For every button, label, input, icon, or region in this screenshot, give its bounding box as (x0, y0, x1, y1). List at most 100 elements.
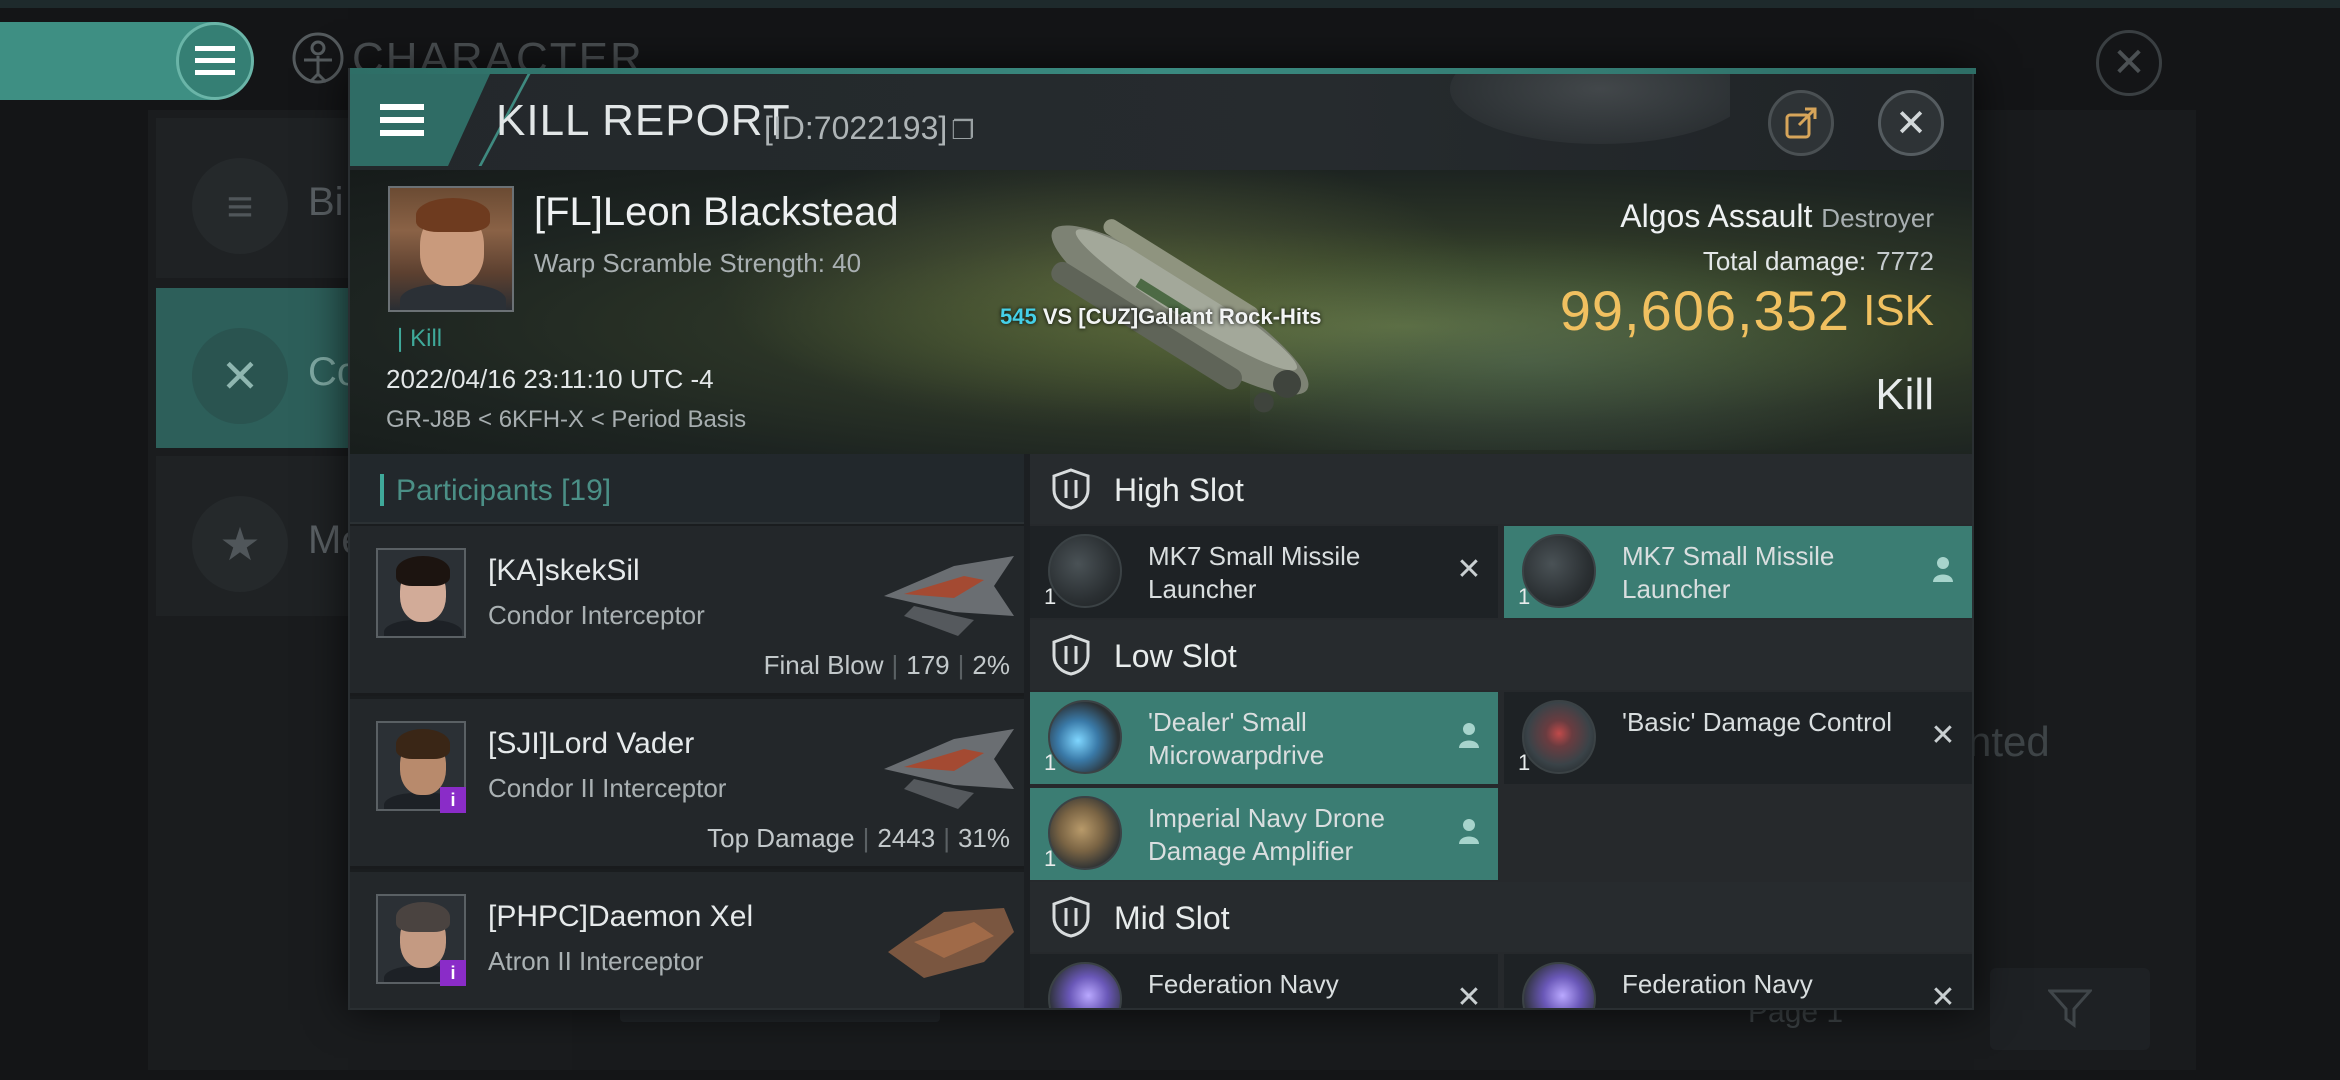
participant-role: Top Damage (707, 823, 855, 853)
participant-row[interactable]: i [PHPC]Daemon Xel Atron II Interceptor (350, 872, 1024, 1008)
person-icon (1454, 720, 1484, 750)
close-icon: ✕ (1895, 102, 1927, 145)
module-name: Federation Navy (1148, 969, 1339, 999)
share-button[interactable] (1768, 90, 1834, 156)
drone-damage-amplifier-icon (1048, 796, 1122, 870)
crossed-swords-icon: ✕ (192, 328, 288, 424)
header-planet-art (1430, 74, 1730, 170)
module-item[interactable]: 1 'Basic' Damage Control ✕ (1504, 692, 1972, 784)
victim-portrait[interactable] (388, 186, 514, 312)
participant-name: [PHPC]Daemon Xel (488, 900, 754, 933)
participant-damage: 179 (906, 650, 950, 680)
participant-row[interactable]: i [SJI]Lord Vader Condor II Interceptor … (350, 699, 1024, 869)
participant-ship: Condor II Interceptor (488, 773, 727, 803)
ship-name: Algos Assault Destroyer (1620, 198, 1934, 235)
dialog-title: KILL REPORT (496, 96, 791, 145)
isk-label: ISK (1863, 286, 1934, 335)
module-item[interactable]: 1 MK7 Small Missile Launcher ✕ (1030, 526, 1498, 618)
participants-header[interactable]: Participants [19] (350, 454, 1024, 524)
total-damage-value: 7772 (1876, 246, 1934, 276)
module-quantity: 1 (1044, 584, 1057, 609)
module-item[interactable]: 1 MK7 Small Missile Launcher (1504, 526, 1972, 618)
background-partial-text: nted (1968, 718, 2050, 765)
background-close-button[interactable]: ✕ (2096, 30, 2162, 96)
module-quantity: 1 (1044, 750, 1057, 775)
vs-label: 545 VS [CUZ]Gallant Rock-Hits (1000, 304, 1322, 330)
module-name: MK7 Small Missile Launcher (1148, 541, 1361, 604)
person-icon (1928, 554, 1958, 584)
participant-info-badge: i (440, 787, 466, 813)
close-button[interactable]: ✕ (1878, 90, 1944, 156)
kill-datetime: 2022/04/16 23:11:10 UTC -4 (386, 364, 714, 394)
participant-stats: Final Blow | 179 | 2% (763, 650, 1010, 680)
high-slot-header: High Slot (1030, 454, 1972, 524)
character-icon (292, 32, 344, 84)
shield-icon (1052, 634, 1090, 676)
module-name: Federation Navy (1622, 969, 1813, 999)
module-item[interactable]: Federation Navy ✕ (1030, 954, 1498, 1008)
accent-bar (380, 474, 384, 506)
kill-banner: [FL]Leon Blackstead Warp Scramble Streng… (350, 170, 1972, 454)
kill-id[interactable]: [ID:7022193] ❐ (764, 110, 975, 147)
main-menu-button[interactable] (176, 22, 254, 100)
ship-name-label: Algos Assault (1620, 198, 1813, 234)
damage-control-icon (1522, 700, 1596, 774)
module-item[interactable]: 1 'Dealer' Small Microwarpdrive (1030, 692, 1498, 784)
vs-hits: 545 (1000, 304, 1037, 329)
module-item[interactable]: 1 Imperial Navy Drone Damage Amplifier (1030, 788, 1498, 880)
participant-percent: 2% (972, 650, 1010, 680)
module-name: Imperial Navy Drone Damage Amplifier (1148, 803, 1385, 866)
participant-ship-image (884, 729, 1014, 809)
module-quantity: 1 (1044, 846, 1057, 871)
filter-icon (2048, 989, 2092, 1028)
participant-row[interactable]: [KA]skekSil Condor Interceptor Final Blo… (350, 526, 1024, 696)
participant-stats: Top Damage | 2443 | 31% (707, 823, 1010, 853)
total-damage: Total damage: 7772 (1703, 246, 1934, 277)
destroyed-icon: ✕ (1930, 980, 1956, 1009)
kill-tag-label: Kill (410, 325, 443, 352)
filter-button[interactable] (1990, 968, 2150, 1050)
destroyed-icon: ✕ (1456, 552, 1482, 586)
participant-damage: 2443 (877, 823, 936, 853)
federation-navy-module-icon (1522, 962, 1596, 1008)
low-slot-header: Low Slot (1030, 620, 1972, 690)
isk-value: 99,606,352 (1559, 279, 1850, 342)
top-strip (0, 0, 2340, 8)
low-slot-label: Low Slot (1114, 638, 1237, 674)
hamburger-icon (380, 104, 424, 136)
mid-slot-header: Mid Slot (1030, 882, 1972, 952)
ship-class: Destroyer (1821, 203, 1934, 233)
participant-ship: Atron II Interceptor (488, 946, 704, 976)
kill-location: GR-J8B < 6KFH-X < Period Basis (386, 406, 747, 433)
module-name: 'Dealer' Small Microwarpdrive (1148, 707, 1325, 770)
share-icon (1785, 107, 1817, 139)
screen: { "background": { "title": "CHARACTER", … (0, 0, 2340, 1080)
participant-name: [SJI]Lord Vader (488, 727, 695, 760)
participants-label: Participants (396, 474, 553, 507)
kill-report-dialog: KILL REPORT [ID:7022193] ❐ ✕ [FL]Leon Bla… (348, 68, 1976, 1010)
copy-icon[interactable]: ❐ (951, 115, 974, 145)
module-item[interactable]: Federation Navy ✕ (1504, 954, 1972, 1008)
high-slot-label: High Slot (1114, 472, 1244, 508)
federation-navy-module-icon (1048, 962, 1122, 1008)
participant-info-badge: i (440, 960, 466, 986)
victim-subtitle: Warp Scramble Strength: 40 (534, 248, 862, 278)
shield-icon (1052, 468, 1090, 510)
participant-percent: 31% (957, 823, 1010, 853)
shield-icon (1052, 896, 1090, 938)
hamburger-icon (195, 46, 235, 75)
participant-ship: Condor Interceptor (488, 600, 705, 630)
star-icon: ★ (192, 496, 288, 592)
vs-opponent: VS [CUZ]Gallant Rock-Hits (1042, 304, 1322, 329)
participant-ship-image (884, 556, 1014, 636)
destroyed-icon: ✕ (1930, 718, 1956, 752)
person-icon (1454, 816, 1484, 846)
participant-name: [KA]skekSil (488, 554, 640, 587)
participant-ship-image (888, 908, 1014, 978)
mid-slot-label: Mid Slot (1114, 900, 1230, 936)
module-quantity: 1 (1518, 584, 1531, 609)
participant-avatar (376, 548, 466, 638)
kill-id-label: [ID:7022193] (764, 110, 948, 146)
participants-panel: Participants [19] [KA]skekSil Condor Int… (350, 454, 1024, 1008)
module-name: MK7 Small Missile Launcher (1622, 541, 1835, 604)
